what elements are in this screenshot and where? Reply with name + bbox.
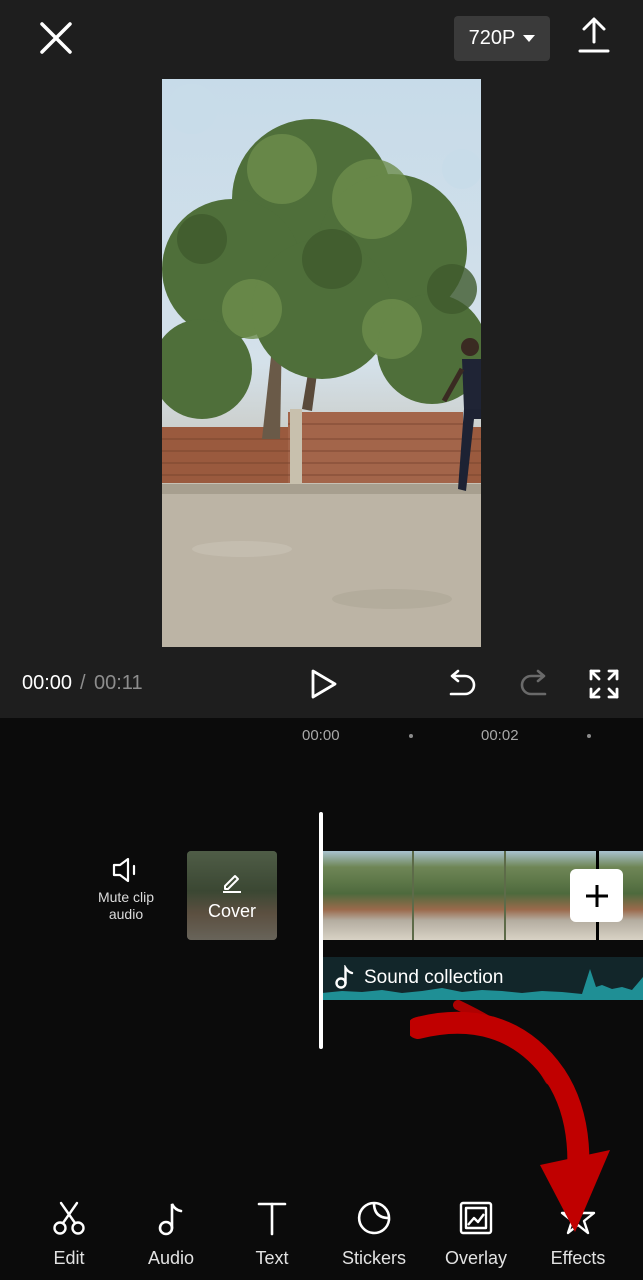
speaker-icon	[112, 857, 136, 883]
audio-track[interactable]: Sound collection	[322, 957, 643, 1000]
audio-track-label: Sound collection	[364, 967, 504, 988]
toolbar-effects[interactable]: Effects	[533, 1198, 623, 1269]
total-duration: 00:11	[94, 672, 143, 694]
sticker-icon	[357, 1201, 391, 1235]
export-button[interactable]	[576, 16, 612, 56]
cover-label: Cover	[207, 901, 256, 921]
ruler-mark: 00:02	[481, 727, 519, 744]
ruler-mark: 00:00	[302, 727, 340, 744]
edit-pencil-icon	[223, 875, 241, 893]
ruler-dot	[409, 734, 413, 738]
preview-scene-image	[162, 84, 481, 647]
effects-star-icon	[560, 1200, 596, 1235]
music-note-icon	[335, 965, 354, 989]
undo-icon	[449, 669, 476, 696]
mute-clip-audio-label: Mute clip audio	[97, 889, 155, 922]
redo-icon	[520, 669, 547, 696]
overlay-icon	[459, 1201, 493, 1235]
upload-icon	[578, 17, 610, 53]
toolbar-label: Audio	[147, 1248, 195, 1268]
caret-down-icon	[523, 35, 536, 42]
undo-button[interactable]	[445, 668, 479, 700]
resolution-label: 720P	[468, 27, 516, 49]
toolbar-text[interactable]: Text	[227, 1198, 317, 1269]
current-time: 00:00	[22, 672, 73, 694]
time-separator: /	[80, 672, 86, 694]
ruler-dot	[587, 734, 591, 738]
fullscreen-button[interactable]	[588, 668, 620, 700]
toolbar-label: Stickers	[341, 1248, 406, 1268]
playhead[interactable]	[319, 812, 323, 1049]
mute-clip-audio-button[interactable]: Mute clip audio	[86, 856, 166, 923]
text-icon	[257, 1202, 287, 1236]
video-preview[interactable]	[162, 79, 481, 647]
play-button[interactable]	[306, 666, 340, 702]
editor-top-area: 720P 00:00 / 00:11	[0, 0, 643, 718]
toolbar-stickers[interactable]: Stickers	[329, 1198, 419, 1269]
toolbar-edit[interactable]: Edit	[24, 1198, 114, 1269]
add-clip-button[interactable]	[570, 869, 623, 922]
plus-icon	[585, 884, 608, 907]
toolbar-overlay[interactable]: Overlay	[431, 1198, 521, 1269]
close-button[interactable]	[36, 18, 78, 60]
clip-thumbnail	[322, 851, 412, 940]
fullscreen-icon	[589, 669, 619, 699]
toolbar-audio[interactable]: Audio	[126, 1198, 216, 1269]
scissors-icon	[53, 1201, 85, 1235]
toolbar-label: Text	[255, 1248, 289, 1268]
close-icon	[40, 22, 72, 54]
music-note-icon	[158, 1203, 183, 1236]
resolution-dropdown[interactable]: 720P	[454, 16, 550, 61]
play-icon	[311, 669, 337, 699]
cover-button[interactable]: Cover	[187, 851, 277, 940]
toolbar-label: Overlay	[444, 1248, 507, 1268]
toolbar-label: Effects	[550, 1248, 606, 1268]
cover-shade	[187, 851, 277, 940]
clip-thumbnail	[414, 851, 504, 940]
redo-button[interactable]	[517, 668, 551, 700]
toolbar-label: Edit	[53, 1248, 85, 1268]
